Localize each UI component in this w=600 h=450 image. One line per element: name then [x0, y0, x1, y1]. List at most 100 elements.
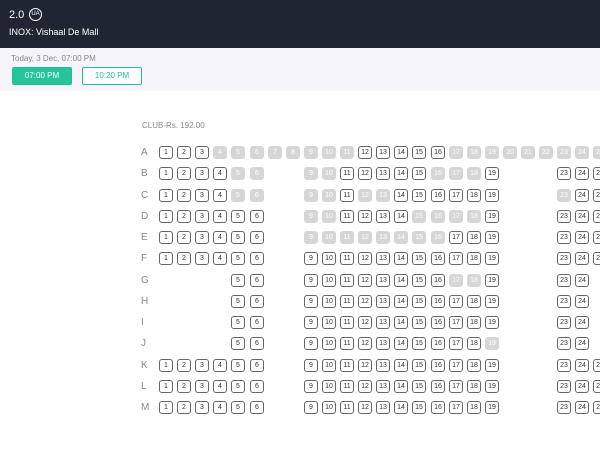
seat-h10[interactable]: 10: [322, 294, 336, 308]
seat-f23[interactable]: 23: [557, 252, 571, 266]
seat-f17[interactable]: 17: [449, 252, 463, 266]
seat-f9[interactable]: 9: [304, 252, 318, 266]
seat-c19[interactable]: 19: [485, 188, 499, 202]
seat-g6[interactable]: 6: [250, 273, 264, 287]
seat-j11[interactable]: 11: [340, 337, 354, 351]
seat-f16[interactable]: 16: [431, 252, 445, 266]
seat-h19[interactable]: 19: [485, 294, 499, 308]
seat-l11[interactable]: 11: [340, 379, 354, 393]
seat-i5[interactable]: 5: [231, 316, 245, 329]
seat-c17[interactable]: 17: [449, 188, 463, 202]
seat-d6[interactable]: 6: [250, 209, 264, 223]
showtime-button-1020[interactable]: 10:20 PM: [82, 67, 142, 85]
seat-i12[interactable]: 12: [358, 316, 372, 329]
seat-e6[interactable]: 6: [250, 231, 264, 244]
seat-k4[interactable]: 4: [213, 358, 227, 372]
seat-g11[interactable]: 11: [340, 273, 354, 287]
seat-k9[interactable]: 9: [304, 358, 318, 372]
seat-b15[interactable]: 15: [412, 167, 426, 181]
seat-f1[interactable]: 1: [159, 252, 173, 266]
seat-b25[interactable]: 25: [593, 167, 600, 181]
seat-c3[interactable]: 3: [195, 188, 209, 202]
seat-j18[interactable]: 18: [467, 337, 481, 351]
seat-l19[interactable]: 19: [485, 379, 499, 393]
seat-l24[interactable]: 24: [575, 379, 589, 393]
seat-c18[interactable]: 18: [467, 188, 481, 202]
seat-g16[interactable]: 16: [431, 273, 445, 287]
seat-f15[interactable]: 15: [412, 252, 426, 266]
seat-f4[interactable]: 4: [213, 252, 227, 266]
seat-d24[interactable]: 24: [575, 209, 589, 223]
seat-d3[interactable]: 3: [195, 209, 209, 223]
seat-b24[interactable]: 24: [575, 167, 589, 181]
seat-d25[interactable]: 25: [593, 209, 600, 223]
seat-c25[interactable]: 25: [593, 188, 600, 202]
seat-l13[interactable]: 13: [376, 379, 390, 393]
seat-b1[interactable]: 1: [159, 167, 173, 181]
seat-i15[interactable]: 15: [412, 316, 426, 329]
seat-b3[interactable]: 3: [195, 167, 209, 181]
seat-h18[interactable]: 18: [467, 294, 481, 308]
seat-e5[interactable]: 5: [231, 231, 245, 244]
seat-d13[interactable]: 13: [376, 209, 390, 223]
seat-j9[interactable]: 9: [304, 337, 318, 351]
seat-j13[interactable]: 13: [376, 337, 390, 351]
seat-l15[interactable]: 15: [412, 379, 426, 393]
seat-k1[interactable]: 1: [159, 358, 173, 372]
seat-d4[interactable]: 4: [213, 209, 227, 223]
seat-l16[interactable]: 16: [431, 379, 445, 393]
seat-h24[interactable]: 24: [575, 294, 589, 308]
seat-m25[interactable]: 25: [593, 401, 600, 414]
seat-l3[interactable]: 3: [195, 379, 209, 393]
seat-h5[interactable]: 5: [231, 294, 245, 308]
seat-l14[interactable]: 14: [394, 379, 408, 393]
seat-j5[interactable]: 5: [231, 337, 245, 351]
seat-k17[interactable]: 17: [449, 358, 463, 372]
seat-l25[interactable]: 25: [593, 379, 600, 393]
seat-h11[interactable]: 11: [340, 294, 354, 308]
seat-g14[interactable]: 14: [394, 273, 408, 287]
seat-j16[interactable]: 16: [431, 337, 445, 351]
seat-j14[interactable]: 14: [394, 337, 408, 351]
seat-e4[interactable]: 4: [213, 231, 227, 244]
seat-h13[interactable]: 13: [376, 294, 390, 308]
seat-l18[interactable]: 18: [467, 379, 481, 393]
seat-i13[interactable]: 13: [376, 316, 390, 329]
seat-c11[interactable]: 11: [340, 188, 354, 202]
seat-a12[interactable]: 12: [358, 146, 372, 159]
seat-b4[interactable]: 4: [213, 167, 227, 181]
seat-a14[interactable]: 14: [394, 146, 408, 159]
seat-g13[interactable]: 13: [376, 273, 390, 287]
seat-c24[interactable]: 24: [575, 188, 589, 202]
seat-a16[interactable]: 16: [431, 146, 445, 159]
seat-f24[interactable]: 24: [575, 252, 589, 266]
seat-b11[interactable]: 11: [340, 167, 354, 181]
seat-i11[interactable]: 11: [340, 316, 354, 329]
seat-c1[interactable]: 1: [159, 188, 173, 202]
seat-h15[interactable]: 15: [412, 294, 426, 308]
seat-m11[interactable]: 11: [340, 401, 354, 414]
seat-h9[interactable]: 9: [304, 294, 318, 308]
seat-f5[interactable]: 5: [231, 252, 245, 266]
seat-a2[interactable]: 2: [177, 146, 191, 159]
seat-d14[interactable]: 14: [394, 209, 408, 223]
seat-l17[interactable]: 17: [449, 379, 463, 393]
seat-g23[interactable]: 23: [557, 273, 571, 287]
seat-h17[interactable]: 17: [449, 294, 463, 308]
seat-h6[interactable]: 6: [250, 294, 264, 308]
seat-c16[interactable]: 16: [431, 188, 445, 202]
seat-d19[interactable]: 19: [485, 209, 499, 223]
seat-e19[interactable]: 19: [485, 231, 499, 244]
seat-e25[interactable]: 25: [593, 231, 600, 244]
seat-f19[interactable]: 19: [485, 252, 499, 266]
seat-g15[interactable]: 15: [412, 273, 426, 287]
seat-k6[interactable]: 6: [250, 358, 264, 372]
seat-k24[interactable]: 24: [575, 358, 589, 372]
seat-m5[interactable]: 5: [231, 401, 245, 414]
seat-j17[interactable]: 17: [449, 337, 463, 351]
seat-l2[interactable]: 2: [177, 379, 191, 393]
seat-i16[interactable]: 16: [431, 316, 445, 329]
seat-e2[interactable]: 2: [177, 231, 191, 244]
seat-f18[interactable]: 18: [467, 252, 481, 266]
seat-k10[interactable]: 10: [322, 358, 336, 372]
